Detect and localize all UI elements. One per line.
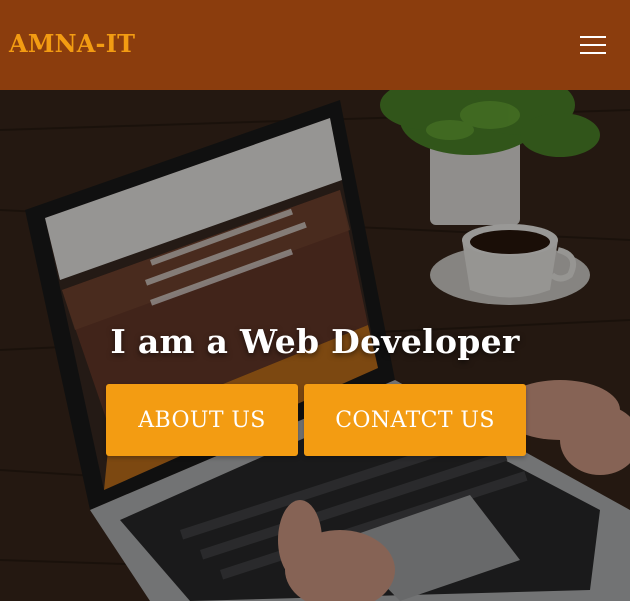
hero-headline: I am a Web Developer xyxy=(110,322,520,362)
hero-section: I am a Web Developer ABOUT US CONATCT US xyxy=(0,90,630,601)
hamburger-menu-icon[interactable] xyxy=(574,30,612,60)
menu-bar-bottom xyxy=(580,52,606,54)
about-us-button[interactable]: ABOUT US xyxy=(106,384,298,456)
site-header: AMNA-IT xyxy=(0,0,630,90)
contact-us-button[interactable]: CONATCT US xyxy=(304,384,526,456)
menu-bar-top xyxy=(580,36,606,38)
brand-logo[interactable]: AMNA-IT xyxy=(9,29,135,58)
menu-bar-middle xyxy=(580,44,606,46)
page: AMNA-IT I am a Web Developer ABOUT US CO… xyxy=(0,0,630,601)
